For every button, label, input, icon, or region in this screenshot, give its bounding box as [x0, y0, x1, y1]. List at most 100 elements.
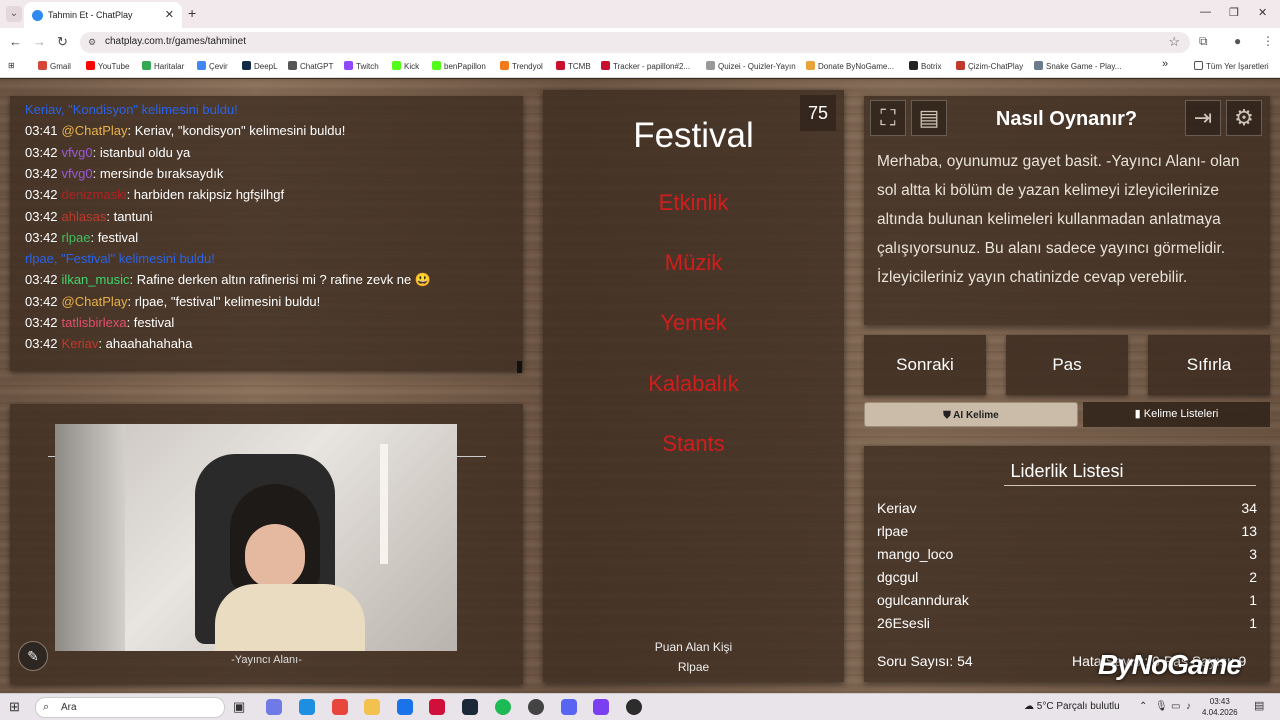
- settings-gear-icon[interactable]: ⚙: [1226, 100, 1262, 136]
- network-icon[interactable]: ▭: [1171, 701, 1180, 712]
- url-field[interactable]: ⚙ chatplay.com.tr/games/tahminet ☆: [80, 32, 1190, 53]
- taskbar-search[interactable]: ⌕ Ara: [35, 697, 225, 718]
- bookmark-cizim[interactable]: Çizim-ChatPlay: [956, 61, 1023, 71]
- obs-icon[interactable]: [528, 699, 544, 715]
- how-to-play-text: Merhaba, oyunumuz gayet basit. -Yayıncı …: [877, 153, 1240, 286]
- bookmark-gmail[interactable]: Gmail: [38, 61, 71, 71]
- ai-word-button[interactable]: ⛊ AI Kelime: [864, 402, 1078, 427]
- target-word: Festival: [633, 116, 754, 155]
- bookmarks-more-icon[interactable]: »: [1162, 58, 1168, 70]
- browser-menu-icon[interactable]: ⋮: [1262, 34, 1274, 48]
- chat-username[interactable]: rlpae, "Festival" kelimesini buldu!: [25, 251, 215, 266]
- extensions-icon[interactable]: ⧉: [1199, 34, 1208, 49]
- leaderboard-name: mango_loco: [877, 546, 954, 562]
- tab-search-menu-icon[interactable]: ⌄: [6, 6, 22, 22]
- leaderboard-score: 2: [1249, 569, 1257, 585]
- app-icon[interactable]: [626, 699, 642, 715]
- close-tab-icon[interactable]: ✕: [165, 8, 174, 21]
- mail-icon[interactable]: [397, 699, 413, 715]
- steam-icon[interactable]: [462, 699, 478, 715]
- chat-username[interactable]: ahlasas: [62, 209, 107, 224]
- reset-button[interactable]: Sıfırla: [1148, 335, 1270, 395]
- taboo-word: Stants: [662, 431, 725, 456]
- bookmark-translate[interactable]: Çevir: [197, 61, 228, 71]
- chat-text: : tantuni: [106, 208, 153, 224]
- word-lists-button[interactable]: ▮ Kelime Listeleri: [1083, 402, 1270, 427]
- profile-icon[interactable]: ●: [1234, 34, 1241, 48]
- opera-icon[interactable]: [429, 699, 445, 715]
- bookmark-snake[interactable]: Snake Game - Play...: [1034, 61, 1121, 71]
- notes-icon[interactable]: ▤: [911, 100, 947, 136]
- pass-button[interactable]: Pas: [1006, 335, 1128, 395]
- bookmark-donate[interactable]: Donate ByNoGame...: [806, 61, 894, 71]
- forward-icon[interactable]: →: [33, 34, 46, 49]
- edge-icon[interactable]: [299, 699, 315, 715]
- chat-message: 03:42 vfvg0: mersinde bıraksaydık: [25, 166, 223, 181]
- system-clock[interactable]: 03:43 4.04.2026: [1202, 696, 1238, 718]
- bookmark-kick[interactable]: Kick: [392, 61, 419, 71]
- bookmark-star-icon[interactable]: ☆: [1168, 34, 1180, 50]
- chat-username[interactable]: rlpae: [62, 230, 91, 245]
- taskbar-search-label: Ara: [61, 702, 77, 713]
- chat-scrollbar[interactable]: [517, 361, 522, 373]
- bookmark-tcmb[interactable]: TCMB: [556, 61, 591, 71]
- close-window-icon[interactable]: ✕: [1258, 6, 1267, 19]
- chat-text: : rlpae, "festival" kelimesini buldu!: [127, 293, 321, 309]
- bookmark-youtube[interactable]: YouTube: [86, 61, 129, 71]
- chat-username[interactable]: denizmaski: [62, 187, 127, 202]
- discord-icon[interactable]: [561, 699, 577, 715]
- tray-chevron-icon[interactable]: ⌃: [1139, 701, 1147, 712]
- webcam-streamer: [215, 484, 365, 651]
- logout-icon[interactable]: ⇥: [1185, 100, 1221, 136]
- fullscreen-icon[interactable]: ⛶: [870, 100, 906, 136]
- shield-icon: ⛊: [943, 410, 954, 421]
- copilot-icon[interactable]: [266, 699, 282, 715]
- bookmark-chatgpt[interactable]: ChatGPT: [288, 61, 333, 71]
- microphone-icon[interactable]: 🎙: [1155, 701, 1168, 712]
- pencil-icon[interactable]: ✎: [18, 641, 48, 671]
- search-icon: ⌕: [43, 701, 50, 713]
- chat-message: Keriav, "Kondisyon" kelimesini buldu!: [25, 102, 238, 117]
- back-icon[interactable]: ←: [9, 34, 22, 49]
- bookmark-deepl[interactable]: DeepL: [242, 61, 278, 71]
- bookmark-benpapillon[interactable]: benPapillon: [432, 61, 486, 71]
- site-info-icon[interactable]: ⚙: [88, 37, 96, 48]
- next-button[interactable]: Sonraki: [864, 335, 986, 395]
- new-tab-icon[interactable]: +: [188, 5, 196, 21]
- taboo-word: Müzik: [664, 250, 723, 275]
- browser-tab[interactable]: Tahmin Et - ChatPlay ✕: [24, 2, 182, 28]
- bookmark-maps[interactable]: Haritalar: [142, 61, 184, 71]
- restore-icon[interactable]: ❐: [1229, 6, 1239, 19]
- chrome-icon[interactable]: [332, 699, 348, 715]
- all-bookmarks-folder[interactable]: Tüm Yer İşaretleri: [1194, 61, 1269, 71]
- chat-username[interactable]: ilkan_music: [62, 272, 130, 287]
- chat-username[interactable]: Keriav, "Kondisyon" kelimesini buldu!: [25, 102, 238, 117]
- chat-username[interactable]: vfvg0: [62, 145, 93, 160]
- windows-start-icon[interactable]: ⊞: [9, 699, 20, 715]
- bookmark-tracker[interactable]: Tracker - papillon#2...: [601, 61, 690, 71]
- chat-username[interactable]: vfvg0: [62, 166, 93, 181]
- volume-icon[interactable]: ♪: [1186, 701, 1191, 712]
- chat-text: : festival: [126, 315, 175, 330]
- chat-username[interactable]: @ChatPlay: [62, 294, 128, 309]
- bookmark-twitch[interactable]: Twitch: [344, 61, 379, 71]
- reload-icon[interactable]: ↻: [57, 34, 68, 50]
- spotify-icon[interactable]: [495, 699, 511, 715]
- apps-grid-icon[interactable]: ⊞: [8, 61, 15, 70]
- chat-timestamp: 03:42: [25, 315, 58, 330]
- chat-username[interactable]: @ChatPlay: [62, 123, 128, 138]
- weather-widget[interactable]: ☁ 5°C Parçalı bulutlu: [1024, 701, 1120, 712]
- bookmark-botrix[interactable]: Botrix: [909, 61, 941, 71]
- question-count: Soru Sayısı: 54: [877, 653, 973, 669]
- task-view-icon[interactable]: ▣: [233, 699, 245, 715]
- webcam-shirt: [215, 584, 365, 651]
- chat-username[interactable]: tatlisbirlexa: [62, 315, 127, 330]
- chat-username[interactable]: Keriav: [62, 336, 99, 351]
- notifications-icon[interactable]: ▤: [1254, 699, 1264, 712]
- app-icon[interactable]: [593, 699, 609, 715]
- bookmark-quizei[interactable]: Quizei - Quizler-Yayın: [706, 61, 796, 71]
- file-explorer-icon[interactable]: [364, 699, 380, 715]
- minimize-icon[interactable]: —: [1200, 6, 1211, 18]
- chat-message: 03:42 rlpae: festival: [25, 230, 138, 245]
- bookmark-trendyol[interactable]: Trendyol: [500, 61, 543, 71]
